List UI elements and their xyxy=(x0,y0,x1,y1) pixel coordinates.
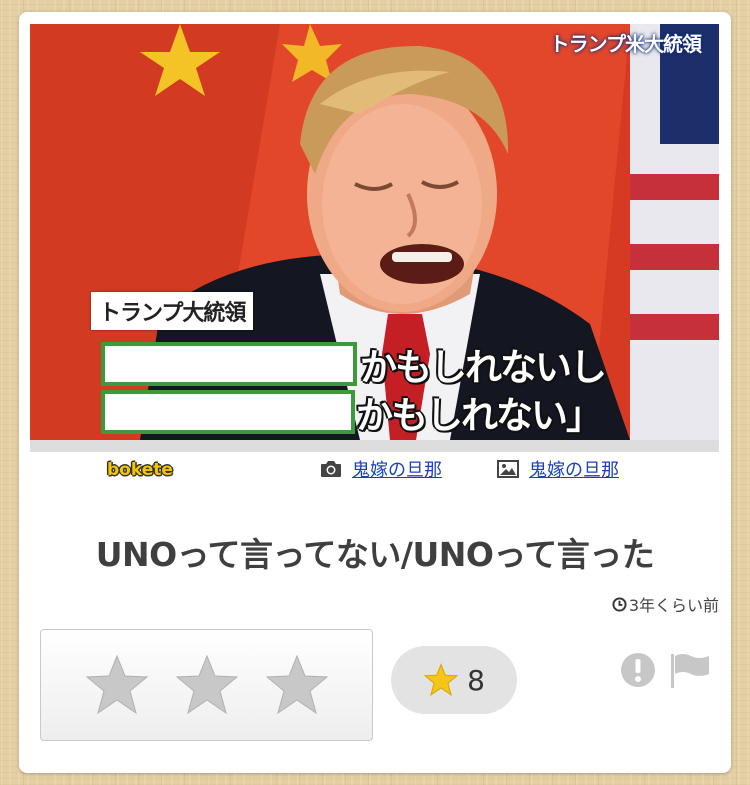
boke-photo[interactable]: トランプ米大統領 トランプ大統領 かもしれないし かもしれない」 xyxy=(30,24,719,440)
star-icon xyxy=(423,663,459,697)
image-author-link[interactable]: 鬼嫁の旦那 xyxy=(529,456,619,482)
timestamp-text: 3年くらい前 xyxy=(628,596,719,615)
flag-icon[interactable] xyxy=(669,652,711,690)
photo-author: 鬼嫁の旦那 xyxy=(320,456,442,482)
photo-subtitle-line-1: かもしれないし xyxy=(360,346,607,389)
camera-icon xyxy=(320,458,342,480)
rate-star-1[interactable] xyxy=(84,653,150,717)
boke-card: トランプ米大統領 トランプ大統領 かもしれないし かもしれない」 bokete … xyxy=(19,12,731,773)
timestamp: 3年くらい前 xyxy=(612,592,719,616)
image-icon xyxy=(497,458,519,480)
score-count: 8 xyxy=(467,663,485,697)
photo-author-link[interactable]: 鬼嫁の旦那 xyxy=(352,456,442,482)
photo-bottom-bar xyxy=(30,440,719,452)
image-author: 鬼嫁の旦那 xyxy=(497,456,619,482)
bokete-logo[interactable]: bokete xyxy=(107,460,173,480)
rate-star-3[interactable] xyxy=(264,653,330,717)
report-icon[interactable] xyxy=(620,652,656,688)
rating-box xyxy=(40,629,373,741)
blank-box-2 xyxy=(101,390,355,434)
photo-name-caption: トランプ大統領 xyxy=(91,292,254,330)
boke-title: UNOって言ってない/UNOって言った xyxy=(95,535,655,574)
photo-subtitle-line-2: かもしれない」 xyxy=(356,394,603,437)
score-badge: 8 xyxy=(391,646,517,714)
clock-icon xyxy=(612,596,627,612)
blank-box-1 xyxy=(101,342,357,386)
photo-top-caption: トランプ米大統領 xyxy=(549,32,702,56)
rate-star-2[interactable] xyxy=(174,653,240,717)
